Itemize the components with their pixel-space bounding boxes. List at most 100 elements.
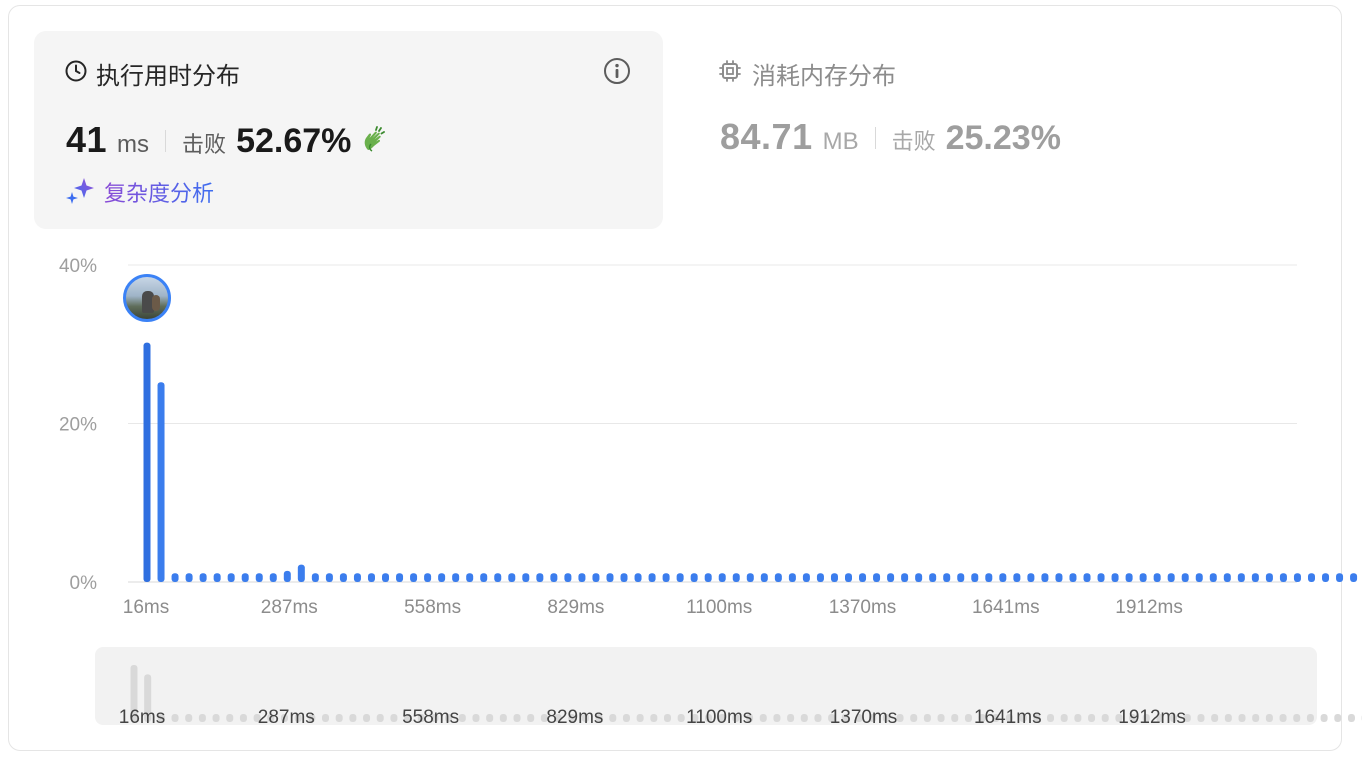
chart-bar[interactable] xyxy=(466,573,474,582)
chart-bar[interactable] xyxy=(1055,573,1063,582)
chart-bar[interactable] xyxy=(269,573,277,582)
navigator-bar xyxy=(636,714,644,722)
chart-bar[interactable] xyxy=(143,342,151,582)
chart-bar[interactable] xyxy=(690,573,698,582)
chart-bar[interactable] xyxy=(1069,573,1077,582)
chart-bar[interactable] xyxy=(227,573,235,582)
chart-bar[interactable] xyxy=(1111,573,1119,582)
chart-bar[interactable] xyxy=(732,573,740,582)
chart-bar[interactable] xyxy=(1181,573,1189,582)
chart-bar[interactable] xyxy=(1139,573,1147,582)
chart-bar[interactable] xyxy=(339,573,347,582)
chart-bar[interactable] xyxy=(171,573,179,582)
chart-bar[interactable] xyxy=(311,573,319,582)
chart-bar[interactable] xyxy=(1097,573,1105,582)
chart-bar[interactable] xyxy=(1027,573,1035,582)
chart-bar[interactable] xyxy=(325,573,333,582)
navigator-bar xyxy=(486,714,494,722)
chart-bar[interactable] xyxy=(199,573,207,582)
navigator-label: 16ms xyxy=(119,707,165,728)
avatar[interactable] xyxy=(123,274,171,322)
chart-bar[interactable] xyxy=(480,573,488,582)
chart-bar[interactable] xyxy=(367,573,375,582)
chart-bar[interactable] xyxy=(648,573,656,582)
chart-bar[interactable] xyxy=(1307,573,1315,582)
chart-bar[interactable] xyxy=(971,573,979,582)
chart-bar[interactable] xyxy=(353,573,361,582)
navigator-bar xyxy=(1265,714,1273,722)
navigator-bar xyxy=(1088,714,1096,722)
chart-bar[interactable] xyxy=(382,573,390,582)
chart-bar[interactable] xyxy=(550,573,558,582)
chart-bar[interactable] xyxy=(1237,573,1245,582)
chart-bar[interactable] xyxy=(410,573,418,582)
chart-bar[interactable] xyxy=(859,573,867,582)
chart-bar[interactable] xyxy=(830,573,838,582)
chart-bar[interactable] xyxy=(620,573,628,582)
chart-bar[interactable] xyxy=(1223,573,1231,582)
navigator-bar xyxy=(1211,714,1219,722)
chart-bar[interactable] xyxy=(1125,573,1133,582)
chart-bar[interactable] xyxy=(929,573,937,582)
chart-bar[interactable] xyxy=(802,573,810,582)
chart-bar[interactable] xyxy=(536,573,544,582)
chart-bar[interactable] xyxy=(1336,573,1344,582)
chart-bar[interactable] xyxy=(676,573,684,582)
chart-bar[interactable] xyxy=(508,573,516,582)
chart-bar[interactable] xyxy=(774,573,782,582)
chart-bar[interactable] xyxy=(452,573,460,582)
chart-bar[interactable] xyxy=(255,573,263,582)
chart-bar[interactable] xyxy=(1251,573,1259,582)
chart-bar[interactable] xyxy=(985,573,993,582)
chart-bar[interactable] xyxy=(157,382,165,582)
chart-bar[interactable] xyxy=(1153,573,1161,582)
chart-bar[interactable] xyxy=(1293,573,1301,582)
chart-bar[interactable] xyxy=(283,570,291,582)
chart-bar[interactable] xyxy=(213,573,221,582)
chart-bar[interactable] xyxy=(1209,573,1217,582)
navigator-bar xyxy=(650,714,658,722)
chart-bar[interactable] xyxy=(1279,573,1287,582)
x-tick-label: 1912ms xyxy=(1115,597,1183,618)
chart-bar[interactable] xyxy=(1013,573,1021,582)
chart-bar[interactable] xyxy=(999,573,1007,582)
chart-bar[interactable] xyxy=(424,573,432,582)
chart-bar[interactable] xyxy=(1195,573,1203,582)
chart-bar[interactable] xyxy=(522,573,530,582)
chart-bar[interactable] xyxy=(1350,573,1358,582)
chart-bar[interactable] xyxy=(241,573,249,582)
chart-bar[interactable] xyxy=(396,573,404,582)
chart-bar[interactable] xyxy=(1083,573,1091,582)
chart-bar[interactable] xyxy=(901,573,909,582)
chart-bar[interactable] xyxy=(606,573,614,582)
chart-bar[interactable] xyxy=(578,573,586,582)
chart-bar[interactable] xyxy=(845,573,852,582)
chart-bar[interactable] xyxy=(704,573,712,582)
chart-bar[interactable] xyxy=(662,573,670,582)
chart-bar[interactable] xyxy=(746,573,754,582)
chart-bar[interactable] xyxy=(788,573,796,582)
chart-bar[interactable] xyxy=(718,573,726,582)
chart-bar[interactable] xyxy=(1265,573,1273,582)
chart-bar[interactable] xyxy=(1041,573,1049,582)
chart-bar[interactable] xyxy=(634,573,642,582)
chart-bar[interactable] xyxy=(887,573,895,582)
chart-bar[interactable] xyxy=(760,573,768,582)
chart-bar[interactable] xyxy=(185,573,193,582)
chart-bar[interactable] xyxy=(494,573,502,582)
chart-bar[interactable] xyxy=(816,573,824,582)
navigator-label: 287ms xyxy=(258,707,315,728)
chart-bar[interactable] xyxy=(873,573,881,582)
chart-bar[interactable] xyxy=(297,564,305,582)
chart-bar[interactable] xyxy=(915,573,923,582)
chart-bar[interactable] xyxy=(1167,573,1175,582)
chart-bar[interactable] xyxy=(1322,573,1330,582)
chart-bar[interactable] xyxy=(943,573,951,582)
x-tick-label: 829ms xyxy=(547,597,604,618)
y-tick-label: 20% xyxy=(59,415,97,436)
chart-bar[interactable] xyxy=(592,573,600,582)
chart-bar[interactable] xyxy=(564,573,572,582)
chart-bar[interactable] xyxy=(957,573,965,582)
navigator-bar xyxy=(814,714,822,722)
chart-bar[interactable] xyxy=(438,573,446,582)
